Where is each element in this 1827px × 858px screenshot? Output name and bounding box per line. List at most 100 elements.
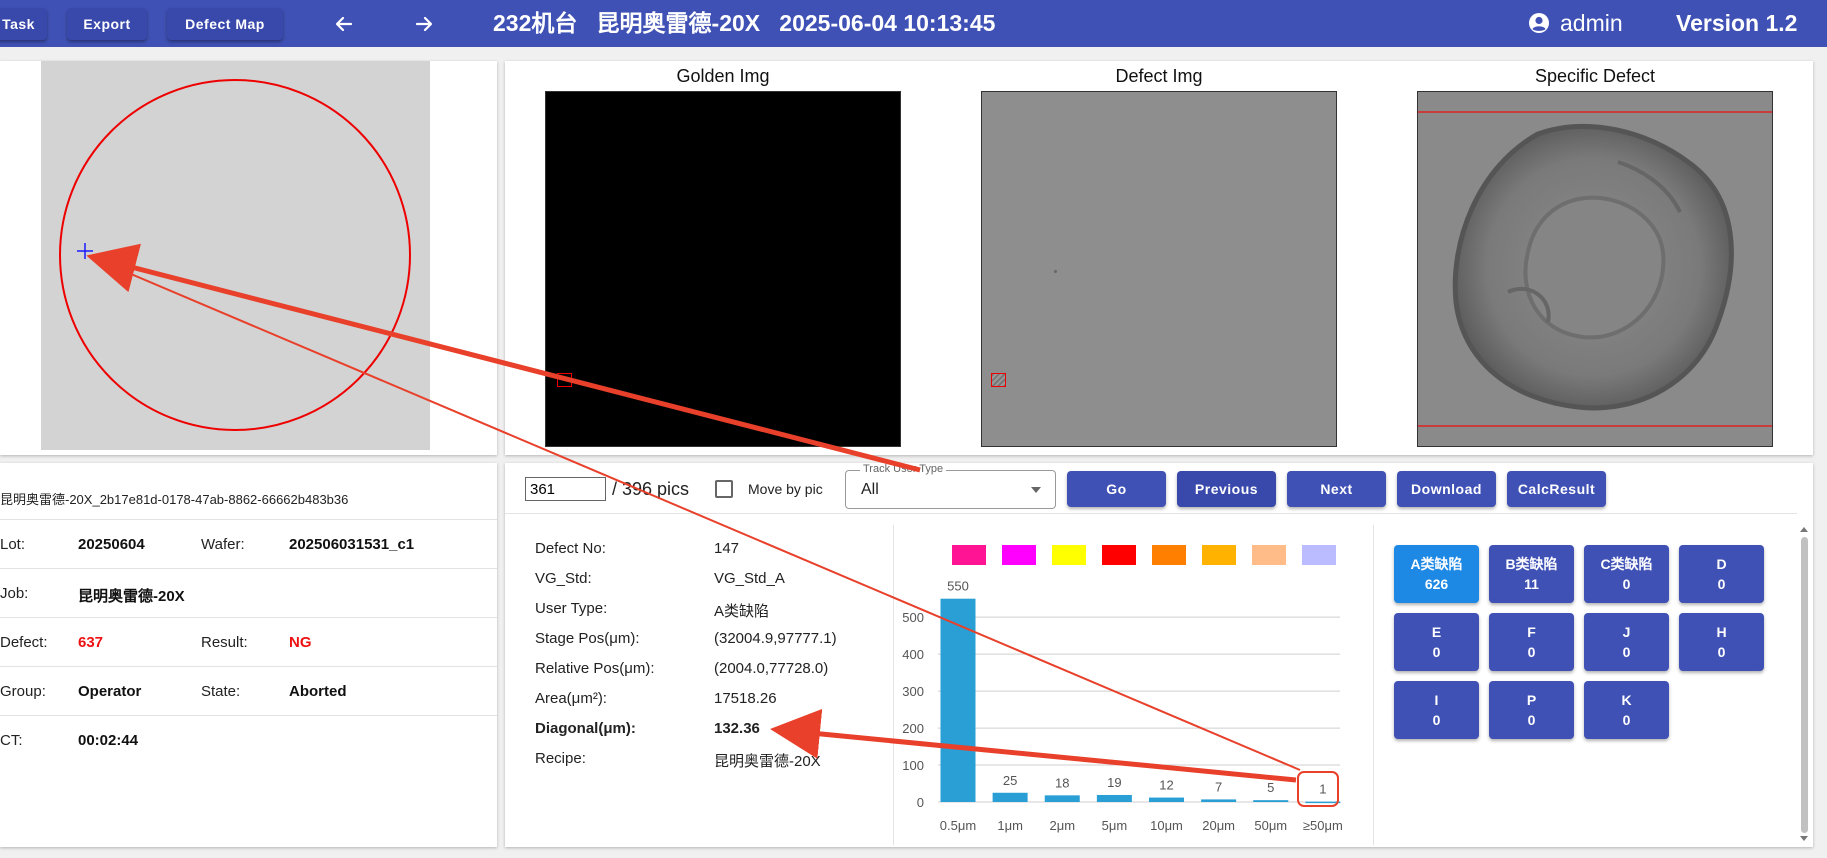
next-button[interactable]: Next: [1287, 471, 1386, 507]
download-button[interactable]: Download: [1397, 471, 1496, 507]
defect-spot: [1054, 270, 1057, 273]
y-tick-label: 100: [902, 758, 924, 773]
legend-swatch: [1302, 545, 1336, 565]
task-button[interactable]: Task: [0, 8, 47, 40]
info-panel: 昆明奥雷德-20X_2b17e81d-0178-47ab-8862-66662b…: [0, 463, 497, 847]
legend-swatch: [1202, 545, 1236, 565]
category-count: 0: [1622, 712, 1631, 728]
category-button[interactable]: D0: [1679, 545, 1764, 603]
detail-label: Recipe:: [535, 750, 586, 767]
move-by-pic-checkbox[interactable]: [715, 480, 733, 498]
category-count: 0: [1717, 576, 1726, 592]
category-button[interactable]: E0: [1394, 613, 1479, 671]
defect-label: Defect:: [0, 634, 48, 651]
category-count: 11: [1524, 576, 1539, 592]
chart-divider: [1373, 525, 1374, 845]
category-button[interactable]: F0: [1489, 613, 1574, 671]
previous-button[interactable]: Previous: [1177, 471, 1276, 507]
info-row-defect: Defect: 637 Result: NG: [0, 618, 497, 667]
defect-marker: [991, 373, 1006, 387]
y-tick-label: 200: [902, 721, 924, 736]
detail-label: Relative Pos(μm):: [535, 660, 655, 677]
category-name: A类缺陷: [1410, 556, 1463, 572]
category-button[interactable]: P0: [1489, 681, 1574, 739]
defect-map-button[interactable]: Defect Map: [167, 8, 283, 40]
wafer-map[interactable]: [41, 61, 430, 450]
category-button[interactable]: C类缺陷 0: [1584, 545, 1669, 603]
category-count: 0: [1717, 644, 1726, 660]
defect-particle-illustration: [1418, 111, 1772, 427]
detail-value: (2004.0,77728.0): [714, 660, 829, 677]
y-tick-label: 300: [902, 684, 924, 699]
specific-defect-image[interactable]: [1417, 91, 1773, 447]
category-button[interactable]: B类缺陷 11: [1489, 545, 1574, 603]
group-value: Operator: [78, 683, 142, 700]
category-name: H: [1716, 624, 1727, 640]
category-button[interactable]: H0: [1679, 613, 1764, 671]
bar-value-label: 7: [1215, 779, 1222, 794]
job-value: 昆明奥雷德-20X: [78, 588, 185, 605]
go-button-label: Go: [1106, 481, 1127, 497]
chart-bar: [1149, 797, 1184, 802]
scroll-down-icon[interactable]: [1799, 835, 1809, 843]
bar-value-label: 12: [1159, 778, 1173, 793]
category-name: I: [1434, 692, 1439, 708]
version-label: Version 1.2: [1676, 10, 1798, 36]
detail-scrollbar[interactable]: [1799, 525, 1809, 843]
wafer-value: 202506031531_c1: [289, 536, 415, 553]
category-button[interactable]: A类缺陷 626: [1394, 545, 1479, 603]
wafer-label: Wafer:: [201, 536, 245, 553]
scroll-up-icon[interactable]: [1799, 525, 1809, 533]
job-label: Job:: [0, 585, 29, 602]
export-button-label: Export: [83, 16, 131, 32]
legend-swatch: [1002, 545, 1036, 565]
group-label: Group:: [0, 683, 46, 700]
back-arrow-icon[interactable]: [328, 10, 360, 38]
defect-image[interactable]: [981, 91, 1337, 447]
detail-value: 147: [714, 540, 740, 557]
task-button-label: Task: [2, 16, 35, 32]
category-count: 0: [1527, 644, 1536, 660]
x-tick-label: 50μm: [1254, 818, 1287, 833]
pic-index-input[interactable]: [525, 477, 606, 501]
x-tick-label: 5μm: [1102, 818, 1128, 833]
scrollbar-thumb[interactable]: [1801, 537, 1808, 833]
bar-value-label: 19: [1107, 775, 1121, 790]
category-button[interactable]: K0: [1584, 681, 1669, 739]
category-name: K: [1621, 692, 1632, 708]
golden-image[interactable]: [545, 91, 901, 447]
diagonal-value: 132.36: [714, 720, 760, 737]
detail-value: 昆明奥雷德-20X: [714, 753, 821, 770]
bar-value-label: 5: [1267, 780, 1274, 795]
golden-defect-marker: [557, 373, 572, 387]
track-user-type-select[interactable]: Track User Type All: [845, 463, 1056, 509]
detail-label: Stage Pos(μm):: [535, 630, 640, 647]
controls-divider: [505, 513, 1797, 514]
category-button[interactable]: J0: [1584, 613, 1669, 671]
result-label: Result:: [201, 634, 248, 651]
category-name: E: [1431, 624, 1442, 640]
go-button[interactable]: Go: [1067, 471, 1166, 507]
defect-value: 637: [78, 634, 104, 651]
state-label: State:: [201, 683, 241, 700]
category-button[interactable]: I0: [1394, 681, 1479, 739]
chart-bar: [1096, 794, 1132, 802]
bar-value-label: 1: [1319, 782, 1326, 797]
export-button[interactable]: Export: [67, 8, 147, 40]
info-row-lot: Lot: 20250604 Wafer: 202506031531_c1: [0, 520, 497, 569]
info-row-job: Job: 昆明奥雷德-20X: [0, 569, 497, 618]
legend-swatch: [1102, 545, 1136, 565]
calc-result-button-label: CalcResult: [1517, 481, 1596, 497]
x-tick-label: 10μm: [1150, 818, 1183, 833]
category-name: J: [1622, 624, 1631, 640]
x-tick-label: 0.5μm: [940, 818, 976, 833]
forward-arrow-icon[interactable]: [408, 10, 440, 38]
detail-value: A类缺陷: [714, 603, 770, 620]
user-menu[interactable]: admin: [1528, 8, 1623, 38]
chart-bar: [1044, 795, 1080, 802]
calc-result-button[interactable]: CalcResult: [1507, 471, 1606, 507]
x-tick-label: ≥50μm: [1303, 818, 1343, 833]
size-distribution-chart: 0 100 200 300 400 500 550 0.5μm 25 1μm 18 2μm 19 5μm…: [902, 545, 1343, 833]
legend-swatch: [1152, 545, 1186, 565]
legend-swatch: [1252, 545, 1286, 565]
